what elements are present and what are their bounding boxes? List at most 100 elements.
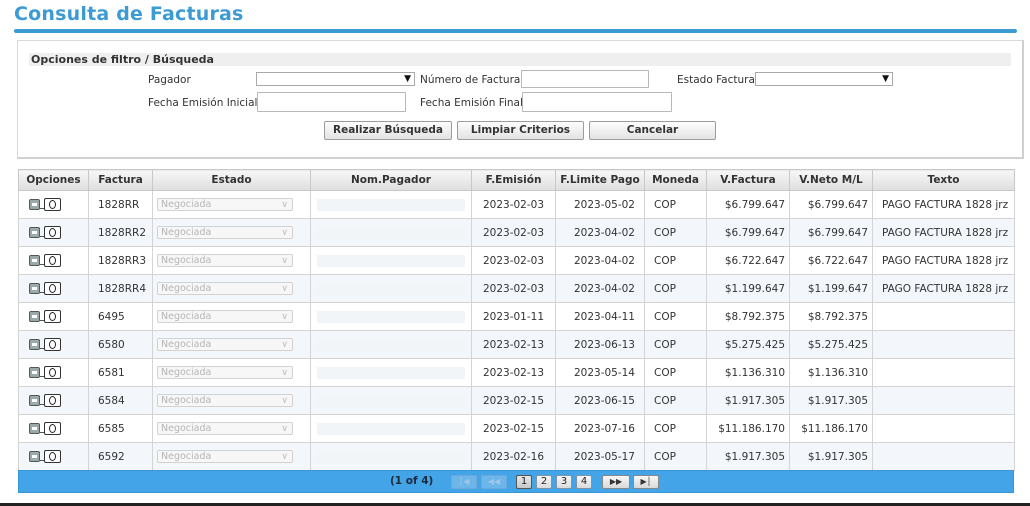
v-neto-cell: $1.136.310 (789, 358, 873, 387)
column-header-nom-pagador[interactable]: Nom.Pagador (310, 169, 472, 191)
clear-criteria-button[interactable]: Limpiar Criterios (457, 121, 584, 140)
page-number-2[interactable]: 2 (536, 475, 552, 489)
texto-cell: PAGO FACTURA 1828 jrz (872, 246, 1015, 275)
v-neto-cell: $6.799.647 (789, 190, 873, 219)
page-number-1[interactable]: 1 (516, 475, 532, 489)
column-header-estado[interactable]: Estado (152, 169, 311, 191)
moneda-cell: COP (644, 302, 707, 331)
money-bill-icon[interactable] (44, 366, 61, 379)
page-summary: (1 of 4) (390, 475, 434, 487)
estado-factura-label: Estado Factura (677, 74, 755, 86)
nom-pagador-cell (310, 330, 472, 359)
next-page-button[interactable]: ▶▶ (602, 475, 630, 489)
invoices-table: Opciones Factura Estado Nom.Pagador F.Em… (18, 169, 1015, 471)
column-header-f-emision[interactable]: F.Emisión (471, 169, 556, 191)
f-limite-pago-cell: 2023-04-02 (555, 274, 645, 303)
v-factura-cell: $1.917.305 (706, 442, 790, 471)
chevron-down-icon: ∨ (281, 200, 288, 210)
table-row: 6585 Negociada ∨ 2023-02-15 2023-07-16 COP $11… (18, 414, 1015, 443)
money-bill-icon[interactable] (44, 338, 61, 351)
edit-document-icon[interactable] (29, 199, 40, 210)
edit-document-icon[interactable] (29, 311, 40, 322)
moneda-cell: COP (644, 358, 707, 387)
texto-cell: PAGO FACTURA 1828 jrz (872, 190, 1015, 219)
money-bill-icon[interactable] (44, 450, 61, 463)
v-neto-cell: $8.792.375 (789, 302, 873, 331)
edit-document-icon[interactable] (29, 227, 40, 238)
money-bill-icon[interactable] (44, 282, 61, 295)
edit-document-icon[interactable] (29, 451, 40, 462)
pagador-name (317, 450, 465, 463)
fecha-inicial-input[interactable] (257, 92, 406, 112)
chevron-down-icon: ∨ (281, 312, 288, 322)
table-row: 1828RR3 Negociada ∨ 2023-02-03 2023-04-02 COP… (18, 246, 1015, 275)
page-number-4[interactable]: 4 (576, 475, 592, 489)
table-row: 1828RR2 Negociada ∨ 2023-02-03 2023-04-02 COP… (18, 218, 1015, 247)
edit-document-icon[interactable] (29, 395, 40, 406)
f-limite-pago-cell: 2023-05-02 (555, 190, 645, 219)
column-header-texto[interactable]: Texto (872, 169, 1015, 191)
search-button[interactable]: Realizar Búsqueda (324, 121, 452, 140)
pagador-select[interactable]: ▼ (256, 72, 415, 86)
column-header-factura[interactable]: Factura (88, 169, 153, 191)
page-number-3[interactable]: 3 (556, 475, 572, 489)
nom-pagador-cell (310, 190, 472, 219)
column-header-moneda[interactable]: Moneda (644, 169, 707, 191)
money-bill-icon[interactable] (44, 254, 61, 267)
factura-cell: 1828RR3 (88, 246, 153, 275)
edit-document-icon[interactable] (29, 423, 40, 434)
v-neto-cell: $6.722.647 (789, 246, 873, 275)
previous-page-button[interactable]: ◀◀ (481, 475, 507, 489)
table-row: 6584 Negociada ∨ 2023-02-15 2023-06-15 COP $1.… (18, 386, 1015, 415)
f-emision-cell: 2023-02-16 (471, 442, 556, 471)
money-bill-icon[interactable] (44, 310, 61, 323)
estado-select-value: Negociada (161, 227, 212, 238)
f-emision-cell: 2023-02-03 (471, 190, 556, 219)
first-page-icon: │◀ (458, 477, 470, 486)
v-factura-cell: $6.799.647 (706, 218, 790, 247)
chevron-down-icon: ∨ (281, 340, 288, 350)
fecha-final-input[interactable] (522, 92, 672, 112)
cancel-button[interactable]: Cancelar (589, 121, 716, 140)
row-options-cell (18, 302, 89, 331)
row-options-cell (18, 274, 89, 303)
column-header-f-limite-pago[interactable]: F.Limite Pago (555, 169, 645, 191)
edit-document-icon[interactable] (29, 339, 40, 350)
table-row: 6592 Negociada ∨ 2023-02-16 2023-05-17 COP $1.… (18, 442, 1015, 471)
edit-document-icon[interactable] (29, 367, 40, 378)
v-factura-cell: $6.799.647 (706, 190, 790, 219)
table-row: 1828RR Negociada ∨ 2023-02-03 2023-05-02 COP $… (18, 190, 1015, 219)
column-header-v-factura[interactable]: V.Factura (706, 169, 790, 191)
v-factura-cell: $1.199.647 (706, 274, 790, 303)
money-bill-icon[interactable] (44, 226, 61, 239)
f-limite-pago-cell: 2023-05-14 (555, 358, 645, 387)
estado-cell: Negociada ∨ (152, 386, 311, 415)
column-header-opciones[interactable]: Opciones (18, 169, 89, 191)
money-bill-icon[interactable] (44, 394, 61, 407)
column-header-v-neto[interactable]: V.Neto M/L (789, 169, 873, 191)
edit-document-icon[interactable] (29, 283, 40, 294)
f-emision-cell: 2023-02-03 (471, 246, 556, 275)
first-page-button[interactable]: │◀ (451, 475, 477, 489)
f-emision-cell: 2023-02-15 (471, 386, 556, 415)
chevron-down-icon: ∨ (281, 396, 288, 406)
numero-factura-label: Número de Factura (420, 74, 521, 86)
estado-select: Negociada ∨ (157, 422, 293, 435)
v-neto-cell: $1.917.305 (789, 442, 873, 471)
estado-cell: Negociada ∨ (152, 246, 311, 275)
texto-cell (872, 414, 1015, 443)
texto-cell: PAGO FACTURA 1828 jrz (872, 274, 1015, 303)
texto-cell: PAGO FACTURA 1828 jrz (872, 218, 1015, 247)
last-page-button[interactable]: ▶│ (633, 475, 659, 489)
money-bill-icon[interactable] (44, 198, 61, 211)
moneda-cell: COP (644, 246, 707, 275)
edit-document-icon[interactable] (29, 255, 40, 266)
money-bill-icon[interactable] (44, 422, 61, 435)
factura-cell: 6585 (88, 414, 153, 443)
chevron-down-icon: ∨ (281, 284, 288, 294)
numero-factura-input[interactable] (521, 70, 649, 88)
row-options-cell (18, 190, 89, 219)
v-factura-cell: $8.792.375 (706, 302, 790, 331)
texto-cell (872, 302, 1015, 331)
estado-factura-select[interactable]: ▼ (755, 72, 893, 86)
